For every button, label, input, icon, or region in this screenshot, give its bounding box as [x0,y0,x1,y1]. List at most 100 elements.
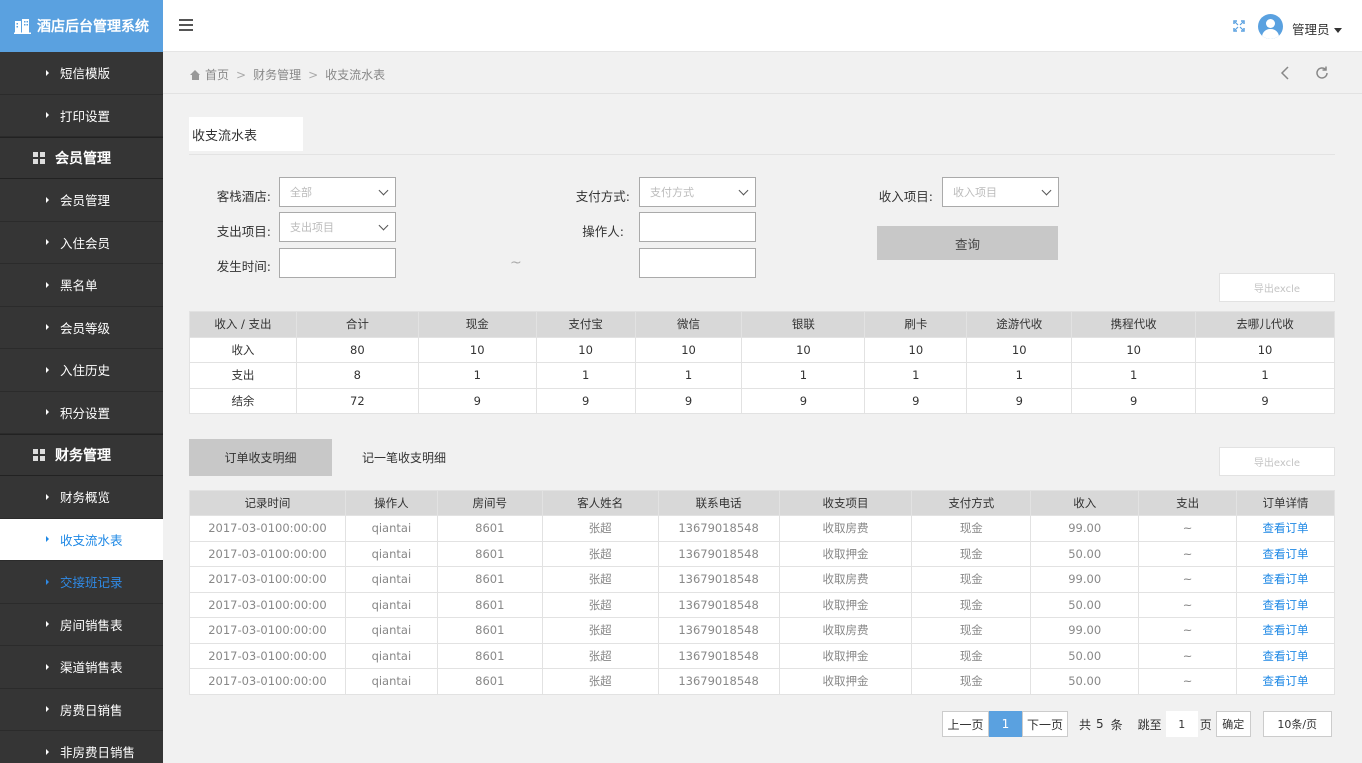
page-tab[interactable]: 收支流水表 [189,117,303,151]
time-end-input[interactable] [639,248,756,278]
table-header-cell: 联系电话 [657,490,780,516]
summary-table: 收入 / 支出 合计 现金 支付宝 微信 银联 刷卡 途游代收 携程代收 去哪儿代收 收入 80 10… [189,311,1335,414]
sidebar-item[interactable]: 入住会员 [0,222,163,264]
table-row: 收入 80 10 10 10 10 10 10 10 10 [189,336,1335,363]
next-page-button[interactable]: 下一页 [1022,711,1068,737]
sidebar-item-label: 财务概览 [60,490,111,506]
breadcrumb-finance[interactable]: 财务管理 [253,66,301,83]
jump-confirm-button[interactable]: 确定 [1215,711,1251,737]
table-header-cell: 微信 [634,311,743,338]
back-icon[interactable] [1280,66,1290,80]
table-cell: ~ [1138,668,1238,695]
table-cell: 现金 [911,566,1032,593]
table-row: 2017-03-0100:00:00 qiantai 8601 张超 136790185… [189,668,1335,695]
table-cell: 2017-03-0100:00:00 [189,515,346,542]
view-order-link[interactable]: 查看订单 [1263,623,1309,637]
table-header-cell: 支出 [1138,490,1238,516]
table-cell: 9 [741,387,866,414]
income-item-select[interactable]: 收入项目 [942,177,1059,207]
caret-right-icon [46,663,49,670]
sidebar-item[interactable]: 收支流水表 [0,518,163,561]
income-item-label: 收入项目: [878,189,933,204]
table-cell: 13679018548 [657,617,780,644]
refresh-icon[interactable] [1314,65,1330,81]
table-header-cell: 银联 [741,311,866,338]
sidebar-item[interactable]: 房费日销售 [0,689,163,731]
table-cell: 2017-03-0100:00:00 [189,540,346,567]
view-order-link[interactable]: 查看订单 [1263,572,1309,586]
table-cell: 9 [966,387,1073,414]
table-cell: 9 [417,387,537,414]
sidebar-item[interactable]: 房间销售表 [0,604,163,646]
table-cell: 2017-03-0100:00:00 [189,642,346,669]
sidebar-item[interactable]: 渠道销售表 [0,646,163,689]
user-menu[interactable]: 管理员 [1292,19,1342,38]
avatar[interactable] [1258,14,1283,39]
sidebar-item[interactable]: 积分设置 [0,392,163,434]
breadcrumb: 首页 > 财务管理 > 收支流水表 [190,66,385,83]
table-cell: 1 [634,362,743,389]
view-order-link[interactable]: 查看订单 [1263,521,1309,535]
time-separator: ~ [510,255,522,271]
table-cell: 1 [1071,362,1197,389]
sidebar-item[interactable]: 非房费日销售 [0,731,163,763]
pay-method-select[interactable]: 支付方式 [639,177,756,207]
table-cell: 收取房费 [778,515,913,542]
view-order-link[interactable]: 查看订单 [1263,649,1309,663]
current-page[interactable]: 1 [989,711,1022,737]
tab-order-details[interactable]: 订单收支明细 [189,439,332,476]
table-cell: 1 [966,362,1073,389]
sidebar-item[interactable]: 会员管理 [0,179,163,222]
table-header-cell: 支付方式 [911,490,1032,516]
table-header-cell: 刷卡 [864,311,968,338]
export-button-2[interactable]: 导出excle [1219,447,1335,476]
table-cell: 查看订单 [1236,591,1335,618]
table-cell: 张超 [541,642,659,669]
hotel-select[interactable]: 全部 [279,177,396,207]
time-label: 发生时间: [216,259,271,274]
sidebar-item-label: 渠道销售表 [60,660,123,676]
sidebar-group-header[interactable]: 会员管理 [0,137,163,179]
sidebar-item-label: 收支流水表 [60,532,123,548]
query-button[interactable]: 查询 [877,226,1058,260]
sidebar-item[interactable]: 黑名单 [0,264,163,307]
table-cell: 99.00 [1030,566,1140,593]
breadcrumb-home[interactable]: 首页 [205,66,229,83]
fullscreen-icon[interactable] [1233,20,1245,32]
jump-input[interactable]: 1 [1165,711,1198,737]
hotel-logo-icon [14,19,31,34]
sidebar-item[interactable]: 会员等级 [0,307,163,349]
view-order-link[interactable]: 查看订单 [1263,547,1309,561]
sidebar-group-header[interactable]: 财务管理 [0,434,163,476]
time-start-input[interactable] [279,248,396,278]
hamburger-menu-icon[interactable] [179,19,193,34]
app-brand[interactable]: 酒店后台管理系统 [0,0,163,52]
total-suffix: 条 [1110,717,1123,732]
breadcrumb-bar: 首页 > 财务管理 > 收支流水表 [163,53,1362,94]
view-order-link[interactable]: 查看订单 [1263,598,1309,612]
table-cell: 13679018548 [657,668,780,695]
table-cell: 收入 [189,336,297,363]
table-cell: 张超 [541,566,659,593]
prev-page-button[interactable]: 上一页 [942,711,989,737]
sidebar-item[interactable]: 打印设置 [0,95,163,137]
expense-item-select[interactable]: 支出项目 [279,212,396,242]
sidebar: 酒店后台管理系统 短信模版 打印设置 会员管理 会员管理 入住会员 黑名单 会员等级 入住历史… [0,0,163,763]
view-order-link[interactable]: 查看订单 [1263,674,1309,688]
sidebar-item[interactable]: 短信模版 [0,52,163,95]
tab-manual-details[interactable]: 记一笔收支明细 [349,439,459,476]
page-size-select[interactable]: 10条/页 [1262,711,1332,737]
table-header-cell: 支付宝 [535,311,636,338]
export-button[interactable]: 导出excle [1219,273,1335,302]
operator-input[interactable] [639,212,756,242]
table-header-cell: 订单详情 [1236,490,1335,516]
sidebar-item[interactable]: 财务概览 [0,476,163,519]
table-cell: 99.00 [1030,515,1140,542]
sidebar-item[interactable]: 交接班记录 [0,561,163,604]
table-cell: 50.00 [1030,642,1140,669]
table-cell: qiantai [344,642,438,669]
sidebar-item[interactable]: 入住历史 [0,349,163,392]
table-cell: 99.00 [1030,617,1140,644]
table-cell: qiantai [344,540,438,567]
sidebar-item-label: 入住会员 [60,235,111,251]
